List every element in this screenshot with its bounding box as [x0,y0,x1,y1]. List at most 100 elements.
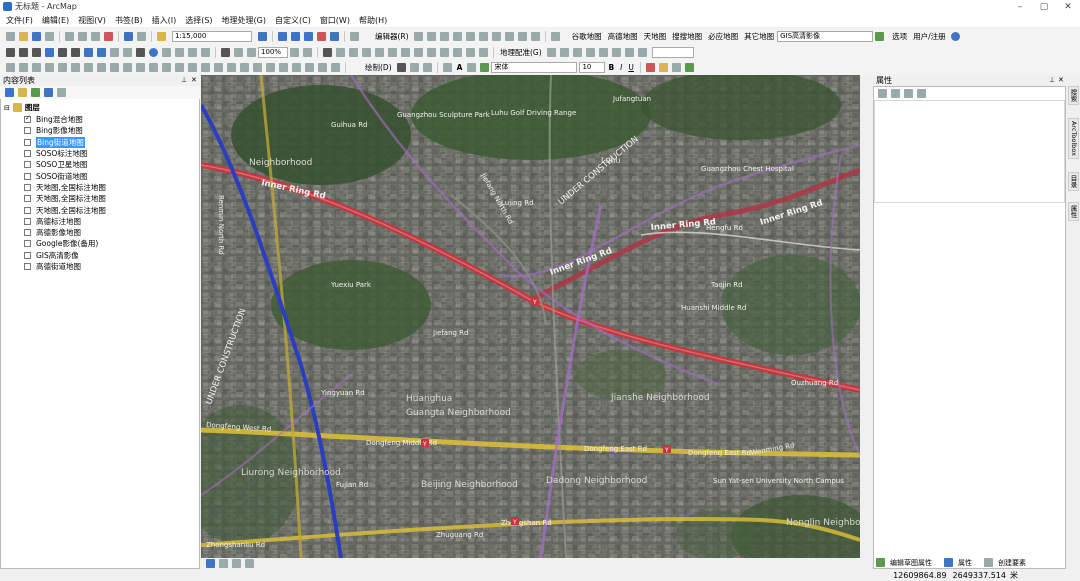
snap-tool13-icon[interactable] [162,62,171,72]
tab-attributes[interactable]: 属性 [942,558,977,568]
topology-icon[interactable] [414,47,423,57]
layer-checkbox[interactable] [24,195,31,203]
layer-item[interactable]: Bing影像地图 [24,125,106,136]
rectangle-icon[interactable] [442,62,452,72]
html-popup-icon[interactable] [175,47,184,57]
layer-label[interactable]: SOSO街道地图 [36,171,87,182]
layer-checkbox[interactable] [24,150,31,158]
italic-button[interactable]: I [620,63,622,72]
layer-checkbox[interactable] [24,206,31,214]
save-icon[interactable] [32,31,41,41]
snap-tool18-icon[interactable] [227,62,236,72]
snap-tool11-icon[interactable] [136,62,145,72]
catalog-icon[interactable] [291,31,300,41]
layer-item[interactable]: 天地图,全国标注地图 [24,204,106,215]
create-features-icon[interactable] [530,31,540,41]
snap-icon[interactable] [349,47,358,57]
fix-error-icon[interactable] [453,47,462,57]
full-extent-icon[interactable] [45,47,54,57]
snap-tool24-icon[interactable] [305,62,314,72]
bing-map-menu[interactable]: 必应地图 [708,31,738,42]
rotate-icon[interactable] [491,31,501,41]
more-edit-icon[interactable] [550,31,560,41]
minimize-button[interactable]: – [1008,2,1032,12]
layer-item[interactable]: SOSO卫星地图 [24,159,106,170]
scale-dropdown[interactable]: 1:15,000 [172,30,252,42]
layer-label[interactable]: Bing影像地图 [36,125,83,136]
snap-end-icon[interactable] [375,47,384,57]
layer-label[interactable]: Bing混合地图 [36,114,83,125]
edit-vertices-icon[interactable] [467,62,477,72]
wand-icon[interactable] [875,31,885,41]
layout-toolbar-icon[interactable] [221,47,230,57]
layer-checkbox[interactable] [24,183,31,191]
layout-zoom-icon[interactable] [234,47,243,57]
layer-label[interactable]: SOSO标注地图 [36,148,87,159]
zoom-percent-field[interactable]: 100% [258,46,288,58]
layer-item[interactable]: SOSO标注地图 [24,148,106,159]
fixed-zoom-in-icon[interactable] [58,47,67,57]
info-icon[interactable] [950,31,960,41]
python-icon[interactable] [330,31,339,41]
link-table-icon[interactable] [611,47,621,57]
layer-item[interactable]: Bing混合地图 [24,114,106,125]
layer-checkbox[interactable] [24,161,31,169]
font-size-dropdown[interactable]: 10 [579,61,606,73]
sketch-props-icon[interactable] [517,31,527,41]
print-icon[interactable] [45,31,54,41]
line-color-icon[interactable] [671,62,681,72]
copy-icon[interactable] [78,31,87,41]
list-by-visibility-icon[interactable] [31,88,40,97]
shift-icon[interactable] [572,47,582,57]
back-icon[interactable] [84,47,93,57]
close-button[interactable]: ✕ [1056,2,1080,12]
layer-item[interactable]: 高德标注地图 [24,216,106,227]
pan-icon[interactable] [32,47,41,57]
add-data-icon[interactable] [157,31,166,41]
gis-imagery-dropdown[interactable]: GIS高清影像 [777,30,874,42]
snap-tool26-icon[interactable] [331,62,340,72]
data-frame-icon[interactable] [323,47,332,57]
other-map-menu[interactable]: 其它地图 [744,31,774,42]
side-tab-attributes[interactable]: 属性 [1068,202,1079,221]
menu-bookmarks[interactable]: 书签(B) [115,15,143,26]
list-by-selection-icon[interactable] [44,88,53,97]
snap-tool-icon[interactable] [6,62,15,72]
table-icon[interactable] [278,31,287,41]
layer-label[interactable]: 天地图,全国标注地图 [36,193,106,204]
snap-vertex-icon[interactable] [388,47,397,57]
delete-icon[interactable] [104,31,113,41]
topology-more-icon[interactable] [479,47,488,57]
menu-windows[interactable]: 窗口(W) [320,15,350,26]
layer-label[interactable]: 天地图,全国标注地图 [36,182,106,193]
soso-map-menu[interactable]: 搜搜地图 [672,31,702,42]
error-inspector-icon[interactable] [466,47,475,57]
menu-help[interactable]: 帮助(H) [359,15,387,26]
rotate-element-icon[interactable] [409,62,419,72]
control-points-icon[interactable] [598,47,608,57]
snap-tool5-icon[interactable] [58,62,67,72]
cut-icon[interactable] [65,31,74,41]
zoom-to-selected-icon[interactable] [422,62,432,72]
layer-label[interactable]: Google影像(备用) [36,238,98,249]
pin-icon[interactable]: ⊥ [181,75,187,86]
zoom-out-icon[interactable] [19,47,28,57]
clip-icon[interactable] [336,47,345,57]
scale-icon[interactable] [585,47,595,57]
layer-item[interactable]: Bing街道地图 [24,136,106,148]
layer-checkbox[interactable] [24,217,31,225]
marker-color-icon[interactable] [684,62,694,72]
underline-button[interactable]: U [628,63,634,72]
snap-tool16-icon[interactable] [201,62,210,72]
snap-tool19-icon[interactable] [240,62,249,72]
side-tab-search[interactable]: 搜索 [1068,86,1079,105]
draw-menu[interactable]: 绘制(D) [365,62,392,73]
layer-label[interactable]: SOSO卫星地图 [36,159,87,170]
snap-point-icon[interactable] [362,47,371,57]
toc-options-icon[interactable] [57,88,66,97]
layer-checkbox[interactable] [24,114,31,124]
layer-item[interactable]: 天地图,全国标注地图 [24,182,106,193]
undo-icon[interactable] [124,31,133,41]
tab-edit-sketch[interactable]: 编辑草图属性 [874,558,937,568]
close-panel-icon[interactable]: ✕ [191,75,197,86]
